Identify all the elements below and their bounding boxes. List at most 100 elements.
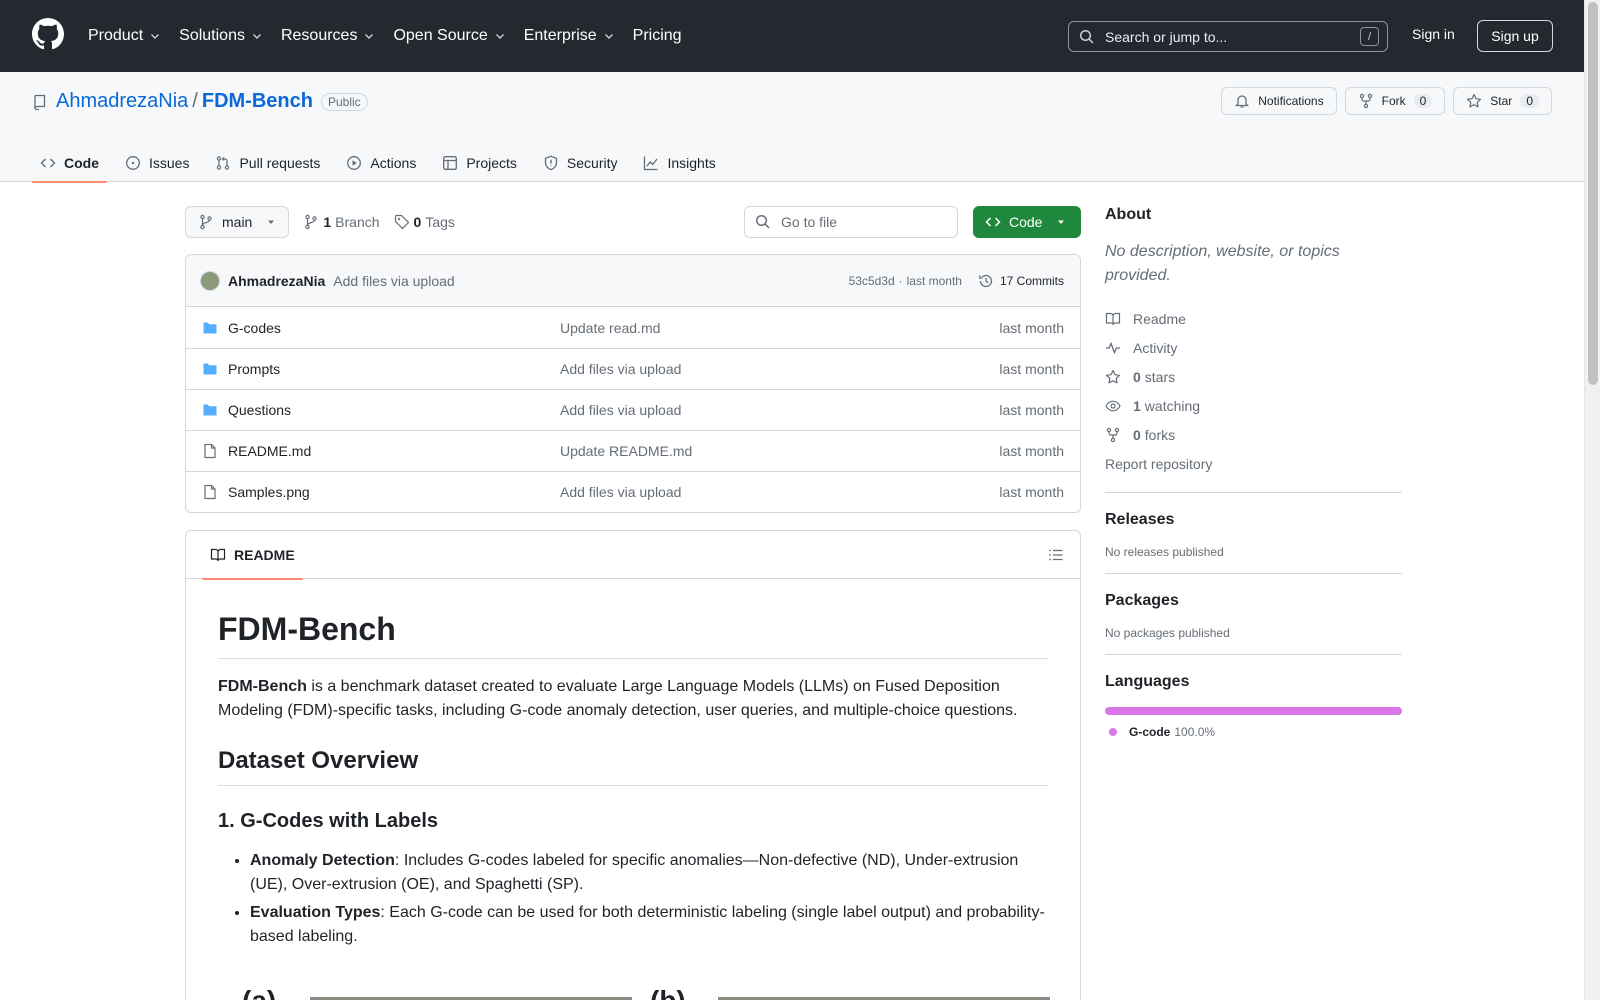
- language-name: G-code: [1129, 725, 1171, 739]
- repo-tabs: Code Issues Pull requests Actions Projec…: [32, 144, 734, 183]
- file-commit-message-link[interactable]: Add files via upload: [560, 402, 999, 418]
- watching-label: watching: [1144, 397, 1201, 414]
- file-name-link[interactable]: Questions: [228, 402, 560, 418]
- visibility-badge: Public: [320, 92, 368, 111]
- commit-meta: 53c5d3d · last month 17 Commits: [849, 273, 1064, 289]
- commits-history-link[interactable]: 17 Commits: [978, 273, 1064, 289]
- forks-link[interactable]: 0 forks: [1105, 420, 1402, 449]
- go-to-file-input[interactable]: Go to file: [744, 206, 958, 238]
- commit-author-link[interactable]: AhmadrezaNia: [228, 273, 325, 289]
- nav-open-source[interactable]: Open Source: [393, 27, 505, 45]
- file-commit-date: last month: [999, 443, 1064, 459]
- chevron-down-icon: [252, 34, 261, 39]
- tab-issues[interactable]: Issues: [117, 144, 197, 182]
- star-icon: [1105, 369, 1121, 383]
- tags-link[interactable]: 0 Tags: [394, 214, 455, 230]
- repo-icon: [34, 94, 46, 110]
- chevron-down-icon: [151, 34, 160, 39]
- file-icon: [202, 484, 218, 500]
- tab-label: Issues: [149, 155, 190, 171]
- file-row[interactable]: G-codes Update read.md last month: [186, 307, 1080, 348]
- star-button[interactable]: Star 0: [1453, 87, 1552, 115]
- fork-button[interactable]: Fork 0: [1344, 87, 1446, 115]
- notifications-button[interactable]: Notifications: [1221, 87, 1337, 115]
- forks-label: forks: [1144, 426, 1176, 443]
- branches-link[interactable]: 1 Branch: [303, 214, 380, 230]
- releases-empty-text: No releases published: [1105, 545, 1224, 559]
- repo-header: AhmadrezaNia / FDM-Bench Public Notifica…: [0, 72, 1584, 183]
- readme-section-heading: Dataset Overview: [218, 747, 1048, 786]
- file-name-link[interactable]: Prompts: [228, 361, 560, 377]
- samples-figure: (a) (b): [218, 985, 1050, 1000]
- nav-product[interactable]: Product: [88, 27, 161, 45]
- nav-resources[interactable]: Resources: [281, 27, 375, 45]
- code-button[interactable]: Code: [973, 206, 1081, 238]
- sign-in-link[interactable]: Sign in: [1412, 26, 1455, 42]
- activity-link[interactable]: Activity: [1105, 333, 1402, 362]
- nav-pricing[interactable]: Pricing: [633, 27, 682, 45]
- tab-label: Code: [64, 155, 99, 171]
- search-shortcut-key: /: [1360, 27, 1379, 46]
- file-name-link[interactable]: Samples.png: [228, 484, 560, 500]
- commit-meta-separator: ·: [898, 273, 903, 288]
- file-name-link[interactable]: README.md: [228, 443, 560, 459]
- search-icon: [1079, 29, 1094, 44]
- chevron-down-icon: [495, 34, 504, 39]
- readme-panel: README FDM-Bench FDM-Bench is a benchmar…: [185, 530, 1081, 1000]
- stars-link[interactable]: 0 stars: [1105, 362, 1402, 391]
- bullet-bold: Anomaly Detection: [250, 852, 395, 869]
- file-row[interactable]: README.md Update README.md last month: [186, 430, 1080, 471]
- avatar[interactable]: [200, 270, 220, 291]
- issue-icon: [126, 156, 140, 170]
- tag-count-label: Tags: [425, 214, 455, 230]
- branch-icon: [200, 214, 212, 230]
- language-color-dot: [1109, 728, 1117, 736]
- tab-pull-requests[interactable]: Pull requests: [207, 144, 328, 182]
- table-icon: [443, 156, 458, 170]
- file-commit-date: last month: [999, 319, 1064, 336]
- sign-up-button[interactable]: Sign up: [1477, 20, 1553, 52]
- branch-select-button[interactable]: main: [185, 206, 290, 238]
- file-commit-message-link[interactable]: Add files via upload: [560, 484, 999, 500]
- tab-projects[interactable]: Projects: [434, 144, 525, 182]
- bullet-bold: Evaluation Types: [250, 904, 381, 921]
- tab-actions[interactable]: Actions: [338, 144, 424, 182]
- bell-icon: [1235, 95, 1250, 108]
- readme-link[interactable]: Readme: [1105, 304, 1402, 333]
- file-row[interactable]: Prompts Add files via upload last month: [186, 348, 1080, 389]
- caret-down-icon: [1058, 220, 1065, 224]
- page-scrollbar[interactable]: [1584, 0, 1600, 1000]
- releases-heading[interactable]: Releases: [1105, 511, 1402, 529]
- repo-title-slash: /: [192, 90, 198, 112]
- repo-owner-link[interactable]: AhmadrezaNia: [56, 90, 188, 113]
- file-row[interactable]: Samples.png Add files via upload last mont…: [186, 471, 1080, 512]
- file-name-link[interactable]: G-codes: [228, 320, 560, 336]
- branch-name: main: [222, 214, 253, 230]
- packages-heading[interactable]: Packages: [1105, 592, 1402, 610]
- nav-enterprise[interactable]: Enterprise: [524, 27, 615, 45]
- nav-solutions[interactable]: Solutions: [179, 27, 263, 45]
- language-item[interactable]: G-code 100.0%: [1105, 725, 1402, 739]
- file-commit-message-link[interactable]: Update README.md: [560, 443, 999, 459]
- file-commit-message-link[interactable]: Add files via upload: [560, 361, 999, 377]
- commit-message-link[interactable]: Add files via upload: [333, 273, 454, 289]
- repo-title: AhmadrezaNia / FDM-Bench Public: [32, 90, 368, 113]
- tab-security[interactable]: Security: [535, 144, 626, 182]
- github-logo-icon[interactable]: [32, 18, 64, 50]
- report-repository-link[interactable]: Report repository: [1105, 449, 1402, 478]
- search-input[interactable]: Search or jump to... /: [1068, 21, 1388, 52]
- repo-name-link[interactable]: FDM-Bench: [202, 90, 313, 113]
- file-row[interactable]: Questions Add files via upload last month: [186, 389, 1080, 430]
- figure-label-b: (b): [650, 985, 686, 1000]
- scrollbar-thumb[interactable]: [1588, 2, 1598, 385]
- readme-tab[interactable]: README: [202, 531, 303, 580]
- file-commit-message-link[interactable]: Update read.md: [560, 320, 999, 336]
- watching-link[interactable]: 1 watching: [1105, 391, 1402, 420]
- star-counter: 0: [1520, 94, 1539, 108]
- tab-insights[interactable]: Insights: [635, 144, 723, 182]
- divider: [1105, 654, 1402, 655]
- commit-sha[interactable]: 53c5d3d: [849, 274, 895, 288]
- outline-list-icon[interactable]: [1048, 547, 1064, 563]
- tab-code[interactable]: Code: [32, 144, 107, 183]
- fork-icon: [1106, 427, 1120, 442]
